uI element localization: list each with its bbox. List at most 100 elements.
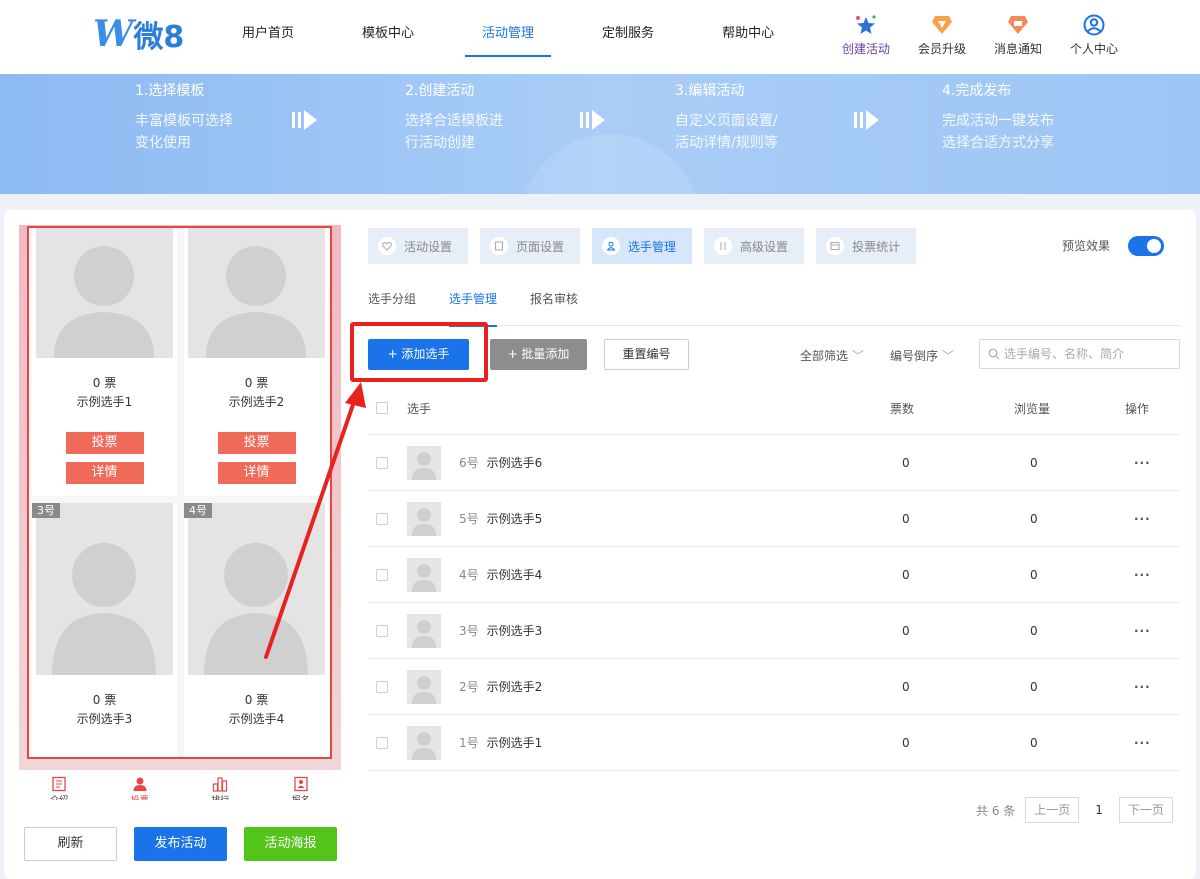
member-upgrade-label: 会员升级: [917, 42, 966, 56]
reset-numbering-button[interactable]: 重置编号: [604, 339, 689, 370]
player-votes: 0 票: [92, 376, 117, 390]
more-actions-button[interactable]: ···: [1134, 659, 1151, 714]
logo-text: 微8: [133, 20, 185, 55]
create-activity-button[interactable]: 创建活动: [828, 14, 904, 57]
votes-value: 0: [902, 511, 910, 526]
header-votes: 票数: [890, 401, 915, 416]
prev-page-button[interactable]: 上一页: [1025, 797, 1080, 823]
subtab-player-groups[interactable]: 选手分组: [368, 290, 416, 326]
all-filter-dropdown[interactable]: 全部筛选 ﹀: [800, 347, 864, 364]
person-silhouette-icon: [206, 246, 306, 358]
pagination-total: 共 6 条: [976, 803, 1016, 818]
player-thumbnail: [407, 669, 441, 704]
preview-tab-label: 排行: [211, 796, 229, 800]
current-page[interactable]: 1: [1095, 803, 1103, 817]
player-thumbnail: [407, 557, 441, 592]
next-page-button[interactable]: 下一页: [1118, 797, 1173, 823]
preview-effect-toggle[interactable]: [1128, 236, 1164, 256]
preview-player-card[interactable]: 0 票 示例选手2 投票 详情: [184, 228, 329, 496]
row-checkbox[interactable]: [376, 603, 388, 658]
player-number: 4号: [459, 568, 479, 582]
publish-activity-button[interactable]: 发布活动: [134, 827, 227, 861]
tab-advanced-settings[interactable]: 高级设置: [704, 228, 805, 264]
tab-activity-settings[interactable]: 活动设置: [368, 228, 469, 264]
heart-icon: [378, 237, 396, 255]
member-upgrade-button[interactable]: 会员升级: [904, 14, 980, 57]
player-avatar: [36, 503, 173, 675]
nav-custom-service[interactable]: 定制服务: [585, 0, 671, 74]
stats-icon: [826, 237, 845, 255]
row-checkbox[interactable]: [376, 547, 388, 602]
preview-player-card[interactable]: 0 票 示例选手1 投票 详情: [32, 228, 177, 496]
preview-tab-intro[interactable]: 介绍: [19, 770, 100, 800]
logo[interactable]: W 微8: [93, 13, 185, 55]
personal-center-label: 个人中心: [1069, 42, 1118, 56]
step-desc-line: 行活动创建: [405, 135, 475, 151]
step-desc-line: 完成活动一键发布: [942, 113, 1054, 129]
table-row: 2号 示例选手2 0 0 ···: [368, 659, 1180, 715]
player-number-badge: 3号: [32, 503, 60, 518]
tab-label: 页面设置: [516, 239, 565, 254]
player-name: 示例选手2: [486, 680, 543, 694]
votes-value: 0: [902, 735, 910, 750]
preview-tab-ranking[interactable]: 排行: [180, 770, 261, 800]
tab-vote-statistics[interactable]: 投票统计: [816, 228, 917, 264]
more-actions-button[interactable]: ···: [1134, 603, 1151, 658]
detail-button[interactable]: 详情: [217, 462, 296, 484]
votes-value: 0: [902, 567, 910, 582]
preview-player-card[interactable]: 3号 0 票 示例选手3: [32, 503, 177, 757]
activity-poster-button[interactable]: 活动海报: [244, 827, 337, 861]
player-name: 示例选手4: [486, 568, 543, 582]
player-table: 选手 票数 浏览量 操作 6号 示例选手6 0 0 ··· 5号 示例选手5 0: [368, 382, 1180, 771]
nav-activity-management[interactable]: 活动管理: [465, 0, 552, 74]
detail-button[interactable]: 详情: [65, 462, 144, 484]
preview-tab-vote[interactable]: 投票: [100, 770, 181, 800]
preview-tab-signup[interactable]: 报名: [261, 770, 342, 800]
player-cell: 3号 示例选手3: [407, 603, 542, 658]
nav-template-center[interactable]: 模板中心: [345, 0, 431, 74]
row-checkbox[interactable]: [376, 491, 388, 546]
more-actions-button[interactable]: ···: [1134, 547, 1151, 602]
row-checkbox[interactable]: [376, 659, 388, 714]
ranking-icon: [213, 777, 228, 792]
more-actions-button[interactable]: ···: [1134, 491, 1151, 546]
votes-value: 0: [902, 679, 910, 694]
player-cell: 4号 示例选手4: [407, 547, 542, 602]
more-actions-button[interactable]: ···: [1134, 715, 1151, 770]
step-3: 3.编辑活动 自定义页面设置/ 活动详情/规则等: [675, 80, 778, 154]
subtab-signup-review[interactable]: 报名审核: [530, 290, 578, 326]
filter-label: 全部筛选: [800, 349, 849, 363]
document-icon: [52, 776, 66, 792]
subtab-player-management[interactable]: 选手管理: [434, 290, 512, 327]
header-operations: 操作: [1125, 401, 1150, 416]
player-name: 示例选手3: [76, 712, 133, 726]
tab-label: 投票统计: [852, 239, 901, 254]
nav-user-home[interactable]: 用户首页: [225, 0, 311, 74]
row-checkbox[interactable]: [376, 435, 388, 490]
more-actions-button[interactable]: ···: [1134, 435, 1151, 490]
vote-button[interactable]: 投票: [217, 432, 296, 454]
top-header: W 微8 用户首页 模板中心 活动管理 定制服务 帮助中心 创建活动 会员升级 …: [0, 0, 1200, 74]
select-all-checkbox[interactable]: [376, 382, 388, 434]
preview-effect-label: 预览效果: [1062, 239, 1111, 253]
preview-tab-label: 投票: [131, 796, 149, 800]
user-circle-icon: [1083, 14, 1105, 36]
notifications-button[interactable]: 消息通知: [980, 14, 1056, 57]
mobile-preview: 0 票 示例选手1 投票 详情 0 票 示例选手2 投票 详情 3号 0 票 示…: [19, 225, 341, 800]
table-header: 选手 票数 浏览量 操作: [368, 382, 1180, 435]
preview-player-card[interactable]: 4号 0 票 示例选手4: [184, 503, 329, 757]
player-number: 2号: [459, 680, 479, 694]
refresh-button[interactable]: 刷新: [24, 827, 117, 861]
search-input[interactable]: [1004, 347, 1174, 361]
tab-page-settings[interactable]: 页面设置: [480, 228, 581, 264]
views-value: 0: [1030, 567, 1038, 582]
row-checkbox[interactable]: [376, 715, 388, 770]
chevron-down-icon: ﹀: [851, 349, 864, 363]
tab-player-management[interactable]: 选手管理: [592, 228, 693, 264]
nav-help-center[interactable]: 帮助中心: [705, 0, 791, 74]
sort-dropdown[interactable]: 编号倒序 ﹀: [890, 347, 954, 364]
player-votes: 0 票: [92, 693, 117, 707]
batch-add-button[interactable]: + 批量添加: [490, 339, 587, 370]
personal-center-button[interactable]: 个人中心: [1056, 14, 1132, 57]
vote-button[interactable]: 投票: [65, 432, 144, 454]
